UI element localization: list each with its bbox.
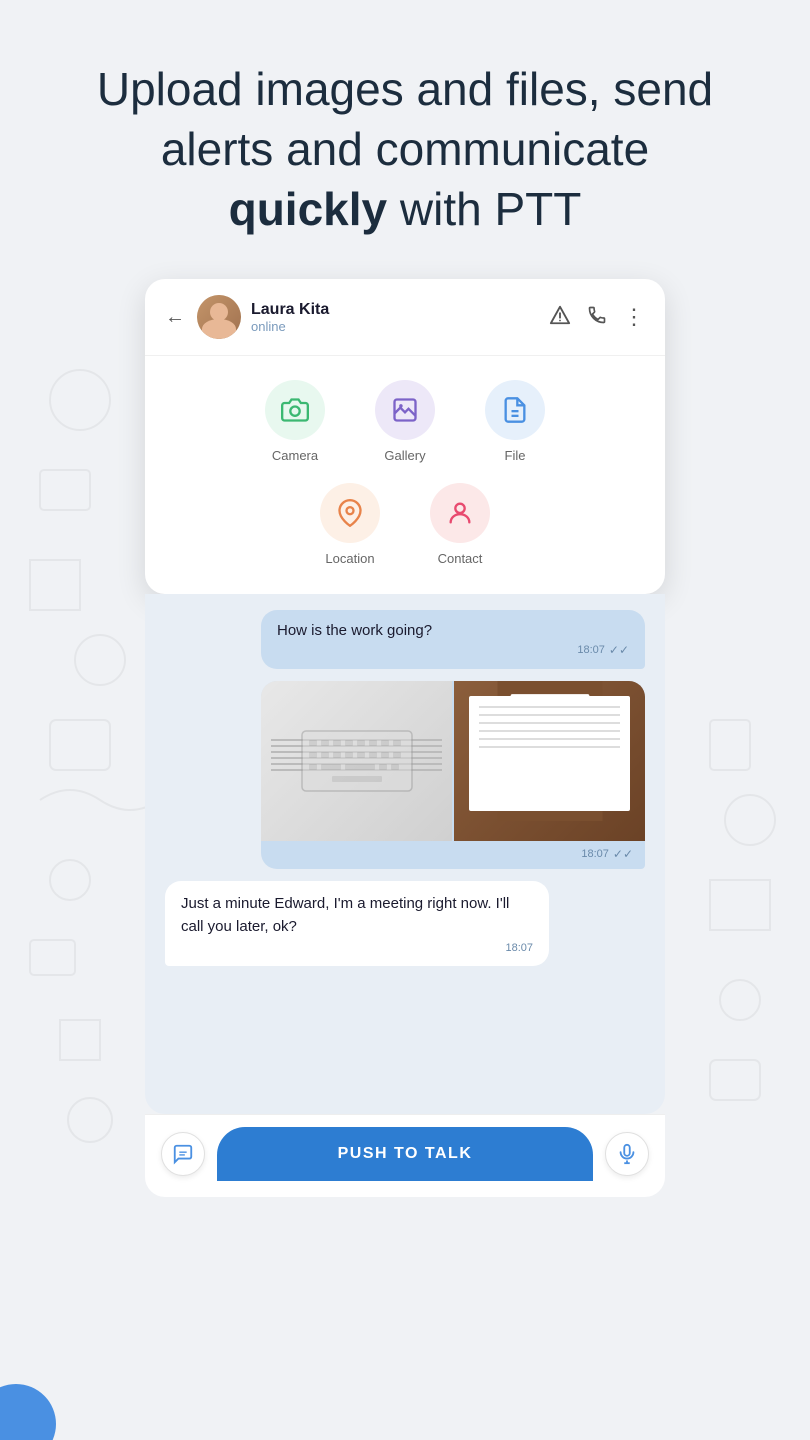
push-to-talk-button[interactable]: PUSH TO TALK xyxy=(217,1127,593,1181)
location-icon-circle xyxy=(320,483,380,543)
sent-message-text-1: How is the work going? xyxy=(277,622,629,639)
header-line2: alerts and communicate xyxy=(161,123,649,175)
mic-button[interactable] xyxy=(605,1132,649,1176)
camera-icon-circle xyxy=(265,380,325,440)
notebook-image xyxy=(454,681,645,841)
attachment-grid: Camera Gallery xyxy=(145,356,665,594)
image-message-time: 18:07 xyxy=(581,848,609,860)
image-meta: 18:07 ✓✓ xyxy=(261,841,645,869)
chat-header: ← Laura Kita online xyxy=(145,279,665,356)
attachment-file[interactable]: File xyxy=(485,380,545,463)
header-icons: ⋮ xyxy=(549,304,645,331)
gallery-label: Gallery xyxy=(384,448,425,463)
attachment-contact[interactable]: Contact xyxy=(430,483,490,566)
header-section: Upload images and files, send alerts and… xyxy=(0,0,810,279)
back-button[interactable]: ← xyxy=(165,306,185,329)
header-line3-rest: with PTT xyxy=(387,183,581,235)
received-message-time: 18:07 xyxy=(505,942,533,954)
image-double-check: ✓✓ xyxy=(613,847,633,861)
attachment-location[interactable]: Location xyxy=(320,483,380,566)
attachment-popup: ← Laura Kita online xyxy=(145,279,665,594)
received-message-1: Just a minute Edward, I'm a meeting righ… xyxy=(165,881,549,966)
attachment-row-2: Location Contact xyxy=(175,483,635,566)
double-check-1: ✓✓ xyxy=(609,643,629,657)
contact-icon-circle xyxy=(430,483,490,543)
avatar xyxy=(197,295,241,339)
sent-image-message: 18:07 ✓✓ xyxy=(261,681,645,869)
chat-button[interactable] xyxy=(161,1132,205,1176)
bottom-bar: PUSH TO TALK xyxy=(145,1114,665,1197)
app-mockup: ← Laura Kita online xyxy=(145,279,665,1197)
received-message-text: Just a minute Edward, I'm a meeting righ… xyxy=(181,893,533,938)
header-line1: Upload images and files, send xyxy=(97,63,713,115)
gallery-icon-circle xyxy=(375,380,435,440)
attachment-gallery[interactable]: Gallery xyxy=(375,380,435,463)
contact-label: Contact xyxy=(438,551,483,566)
more-options-icon[interactable]: ⋮ xyxy=(623,304,645,330)
attachment-row-1: Camera Gallery xyxy=(175,380,635,463)
location-label: Location xyxy=(325,551,374,566)
header-title: Upload images and files, send alerts and… xyxy=(60,60,750,239)
header-line3-bold: quickly xyxy=(229,183,388,235)
contact-info: Laura Kita online xyxy=(251,301,549,334)
alert-icon[interactable] xyxy=(549,304,571,331)
contact-status: online xyxy=(251,319,549,334)
avatar-image xyxy=(197,295,241,339)
received-meta: 18:07 xyxy=(181,942,533,954)
chat-area: How is the work going? 18:07 ✓✓ xyxy=(145,594,665,1114)
message-time-1: 18:07 xyxy=(577,644,605,656)
camera-label: Camera xyxy=(272,448,318,463)
image-grid xyxy=(261,681,645,841)
sent-message-1: How is the work going? 18:07 ✓✓ xyxy=(261,610,645,669)
file-label: File xyxy=(505,448,526,463)
phone-icon[interactable] xyxy=(587,305,607,330)
message-meta-1: 18:07 ✓✓ xyxy=(277,643,629,657)
keyboard-image xyxy=(261,681,452,841)
file-icon-circle xyxy=(485,380,545,440)
attachment-camera[interactable]: Camera xyxy=(265,380,325,463)
contact-name: Laura Kita xyxy=(251,301,549,319)
